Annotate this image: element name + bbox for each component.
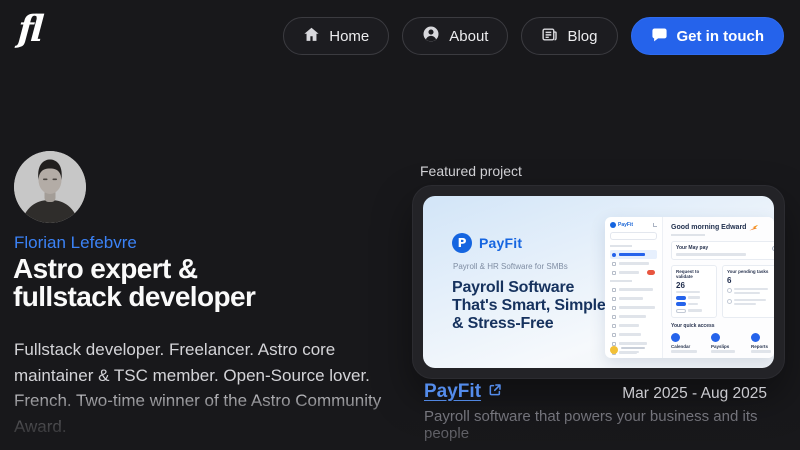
sidebar-item-active: [610, 250, 657, 259]
sidebar-item: [610, 330, 657, 339]
payslips-icon: [711, 333, 720, 342]
nav-home-button[interactable]: Home: [283, 17, 389, 55]
payfit-headline-line3: & Stress-Free: [452, 315, 606, 333]
sidebar-item: [610, 259, 657, 268]
payfit-brand: P PayFit: [452, 233, 522, 253]
sidebar-section-label: [610, 245, 632, 247]
payfit-headline-line1: Payroll Software: [452, 279, 606, 297]
sidebar-section-label: [610, 280, 632, 282]
project-description: Payroll software that powers your busine…: [424, 408, 784, 442]
dashboard-greeting-row: Good morning Edward: [671, 224, 774, 231]
main-nav: Home About Blog: [283, 17, 784, 55]
settings-icon: [772, 246, 774, 251]
chat-bubble-icon: [651, 26, 668, 47]
dashboard-main: Good morning Edward Your May pay Request…: [663, 217, 774, 358]
pay-section-card: Your May pay: [671, 241, 774, 260]
dashboard-greeting: Good morning Edward: [671, 224, 746, 231]
project-date-range: Mar 2025 - Aug 2025: [622, 385, 767, 403]
quick-access-label: Calendar: [671, 344, 701, 349]
payfit-headline: Payroll Software That's Smart, Simple & …: [452, 279, 606, 333]
site-logo[interactable]: fl: [17, 8, 43, 50]
sidebar-item-badged: [610, 268, 657, 277]
get-in-touch-label: Get in touch: [677, 28, 765, 45]
payfit-tagline: Payroll & HR Software for SMBs: [453, 262, 568, 271]
payfit-brand-text: PayFit: [479, 235, 522, 251]
quick-access-item: Payslips: [711, 333, 741, 353]
payfit-headline-line2: That's Smart, Simple: [452, 297, 606, 315]
quick-access-item: Reports: [751, 333, 774, 353]
dashboard-sidebar-logo: PayFit: [610, 222, 657, 228]
project-link-row: PayFit: [424, 381, 502, 403]
dashboard-cards-row: Request to validate 26 Your pending task…: [671, 265, 774, 318]
page: fl Home About: [0, 0, 800, 450]
quick-access-title: Your quick access: [671, 323, 774, 329]
request-validate-card: Request to validate 26: [671, 265, 717, 318]
notification-badge: [647, 270, 655, 275]
quick-access-label: Reports: [751, 344, 774, 349]
collapse-icon: [653, 223, 657, 227]
dashboard-sidebar: PayFit: [605, 217, 663, 358]
request-validate-title: Request to validate: [676, 269, 712, 279]
nav-blog-label: Blog: [567, 28, 597, 45]
pay-section-title: Your May pay: [676, 245, 774, 251]
quick-access-label: Payslips: [711, 344, 741, 349]
dashboard-sidebar-brand: PayFit: [618, 222, 633, 228]
nav-blog-button[interactable]: Blog: [521, 17, 617, 55]
pending-tasks-card: Your pending tasks 6: [722, 265, 774, 318]
dashboard-greeting-subtext: [671, 234, 705, 236]
sidebar-item: [610, 294, 657, 303]
dashboard-preview: PayFit: [605, 217, 774, 358]
calendar-icon: [671, 333, 680, 342]
payfit-logo-icon: P: [452, 233, 472, 253]
user-avatar-icon: [610, 346, 618, 354]
nav-about-label: About: [449, 28, 488, 45]
reports-icon: [751, 333, 760, 342]
sidebar-item: [610, 303, 657, 312]
sidebar-item: [610, 285, 657, 294]
payfit-dot-icon: [610, 222, 616, 228]
project-link[interactable]: PayFit: [424, 381, 481, 403]
project-screenshot: P PayFit Payroll & HR Software for SMBs …: [423, 196, 774, 368]
sidebar-item: [610, 312, 657, 321]
page-title-line1: Astro expert &: [13, 255, 255, 283]
nav-about-button[interactable]: About: [402, 17, 508, 55]
quick-access-item: Calendar: [671, 333, 701, 353]
external-link-icon: [488, 383, 502, 402]
avatar: [14, 151, 86, 223]
rocket-icon: [749, 225, 758, 231]
pending-tasks-title: Your pending tasks: [727, 269, 774, 274]
bio-text: Fullstack developer. Freelancer. Astro c…: [14, 337, 396, 439]
person-name: Florian Lefebvre: [14, 233, 137, 253]
featured-project-label: Featured project: [420, 163, 522, 179]
page-title: Astro expert & fullstack developer: [13, 255, 255, 311]
newspaper-icon: [541, 26, 558, 47]
sidebar-item: [610, 321, 657, 330]
quick-access-row: Calendar Payslips Reports: [671, 333, 774, 353]
featured-project-card[interactable]: P PayFit Payroll & HR Software for SMBs …: [412, 185, 785, 379]
page-title-line2: fullstack developer: [13, 283, 255, 311]
user-icon: [422, 25, 440, 47]
sidebar-user: [610, 346, 645, 354]
get-in-touch-button[interactable]: Get in touch: [631, 17, 785, 55]
pending-tasks-count: 6: [727, 276, 774, 285]
dashboard-search-input: [610, 232, 657, 240]
nav-home-label: Home: [329, 28, 369, 45]
request-validate-count: 26: [676, 281, 712, 290]
home-icon: [303, 26, 320, 47]
